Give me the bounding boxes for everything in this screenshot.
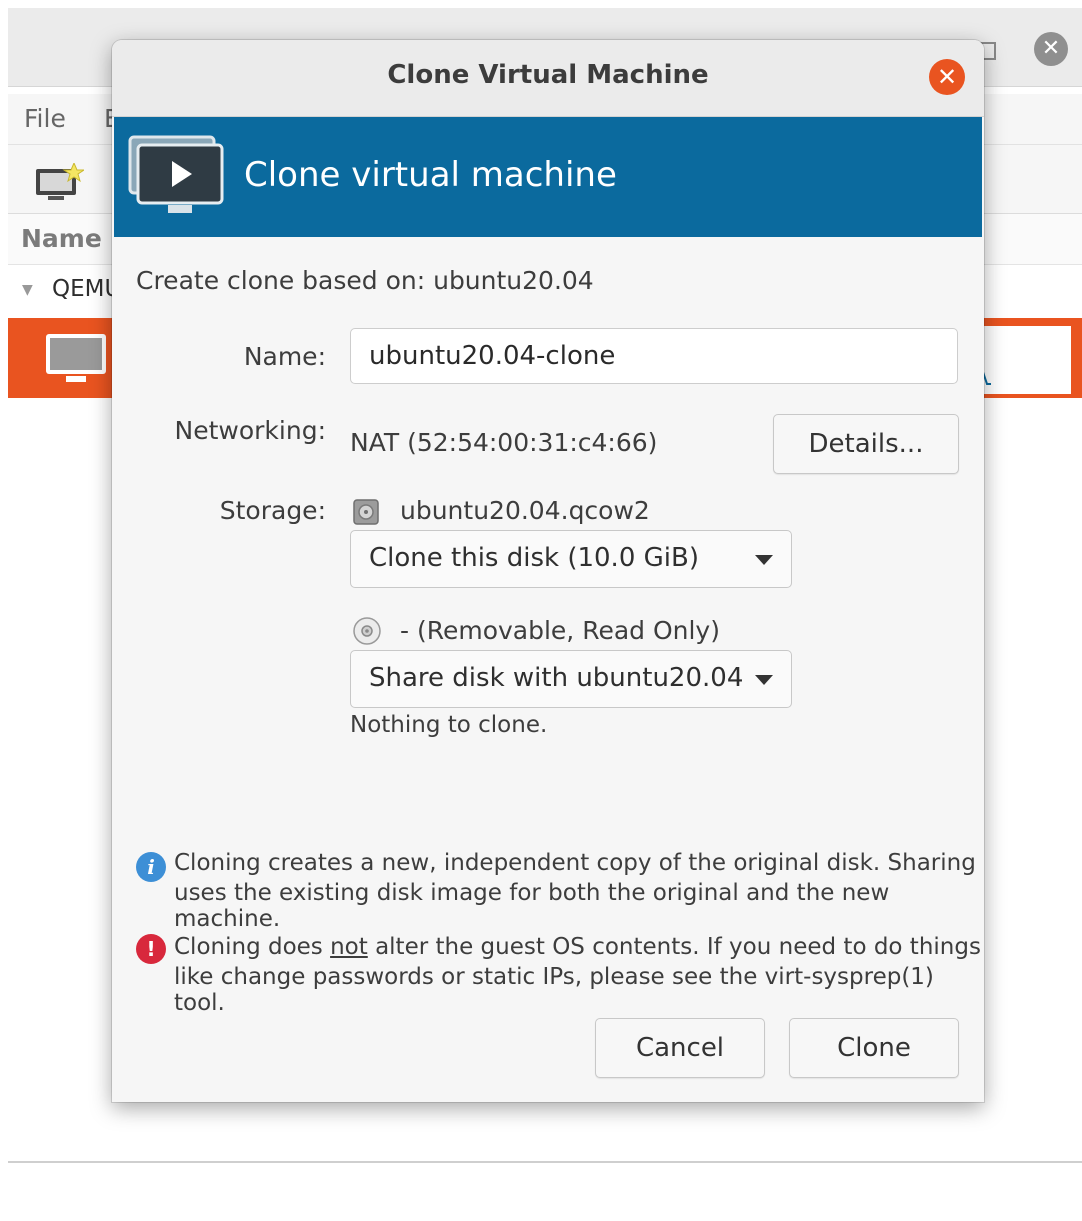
warning-text-pre: Cloning does	[174, 934, 331, 960]
dropdown-arrow-icon	[755, 555, 773, 565]
cdrom-icon	[352, 616, 382, 650]
disk-clone-dropdown-2[interactable]: Share disk with ubuntu20.04	[350, 650, 792, 708]
main-close-icon[interactable]: ✕	[1034, 32, 1068, 66]
menu-file[interactable]: File	[24, 104, 66, 133]
name-label: Name:	[243, 342, 326, 371]
dropdown-selected-value: Clone this disk (10.0 GiB)	[369, 543, 699, 573]
details-button[interactable]: Details...	[773, 414, 959, 474]
hard-disk-icon	[352, 498, 380, 530]
warning-text-emphasis: not	[330, 934, 368, 960]
warning-text-post: alter the guest OS contents. If you need…	[367, 934, 981, 960]
dialog-close-icon[interactable]: ✕	[929, 59, 965, 95]
dialog-banner: Clone virtual machine	[114, 117, 982, 237]
networking-value: NAT (52:54:00:31:c4:66)	[350, 428, 658, 457]
dropdown-arrow-icon	[755, 675, 773, 685]
new-vm-icon[interactable]	[34, 161, 86, 207]
connection-label: QEMU	[52, 276, 122, 302]
networking-label: Networking:	[174, 416, 326, 445]
banner-title: Clone virtual machine	[244, 155, 617, 195]
dropdown-selected-value: Share disk with ubuntu20.04	[369, 663, 744, 693]
clone-vm-dialog: Clone Virtual Machine ✕ Clone virtual ma…	[112, 40, 984, 1102]
cancel-button[interactable]: Cancel	[595, 1018, 765, 1078]
cpu-usage-graph	[973, 324, 1073, 396]
info-icon: i	[136, 852, 166, 882]
disk-name-2: - (Removable, Read Only)	[400, 616, 720, 645]
clone-source-label: Create clone based on: ubuntu20.04	[136, 266, 594, 295]
expander-arrow-icon[interactable]: ▼	[22, 282, 33, 298]
clone-button[interactable]: Clone	[789, 1018, 959, 1078]
storage-label: Storage:	[219, 496, 326, 525]
info-text-line-2: uses the existing disk image for both th…	[174, 880, 890, 932]
dialog-title: Clone Virtual Machine	[387, 60, 709, 90]
clone-name-input[interactable]	[350, 328, 958, 384]
vm-monitor-icon	[44, 332, 108, 390]
dialog-titlebar: Clone Virtual Machine ✕	[112, 40, 984, 117]
warning-icon: !	[136, 934, 166, 964]
column-name-header[interactable]: Name	[21, 224, 102, 253]
info-text-line-1: Cloning creates a new, independent copy …	[174, 850, 976, 876]
disk-note: Nothing to clone.	[350, 712, 548, 738]
disk-clone-dropdown-1[interactable]: Clone this disk (10.0 GiB)	[350, 530, 792, 588]
disk-name-1: ubuntu20.04.qcow2	[400, 496, 650, 525]
vm-clone-icon	[126, 135, 226, 223]
warning-text-line-1: Cloning does not alter the guest OS cont…	[174, 934, 981, 960]
warning-text-line-2: like change passwords or static IPs, ple…	[174, 964, 934, 1016]
